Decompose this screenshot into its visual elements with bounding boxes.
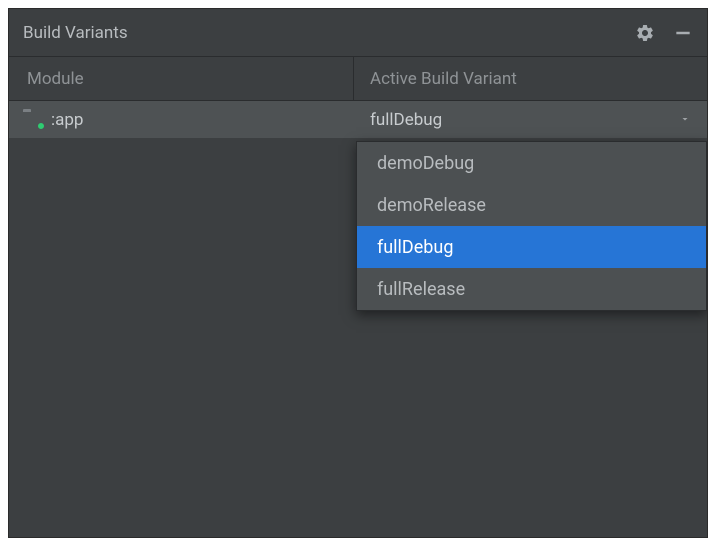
selected-variant: fullDebug xyxy=(370,110,442,130)
build-variants-panel: Build Variants Module Active Build Varia… xyxy=(8,8,708,538)
gear-icon[interactable] xyxy=(635,23,655,43)
module-cell[interactable]: :app xyxy=(9,101,354,138)
table-header: Module Active Build Variant xyxy=(9,57,707,101)
variant-dropdown-cell[interactable]: fullDebug xyxy=(354,101,707,138)
dropdown-item-label: demoDebug xyxy=(377,153,474,174)
panel-header: Build Variants xyxy=(9,9,707,57)
panel-header-actions xyxy=(635,23,693,43)
module-name: :app xyxy=(51,110,83,130)
chevron-down-icon xyxy=(679,110,691,130)
dropdown-item-label: demoRelease xyxy=(377,195,486,216)
panel-title: Build Variants xyxy=(23,23,635,43)
column-header-variant: Active Build Variant xyxy=(354,57,707,100)
module-folder-icon xyxy=(23,112,43,128)
table-body: :app fullDebug demoDebug demoRelease ful… xyxy=(9,101,707,537)
dropdown-item-label: fullDebug xyxy=(377,237,453,258)
minimize-icon[interactable] xyxy=(673,23,693,43)
dropdown-item-fullRelease[interactable]: fullRelease xyxy=(357,268,706,310)
column-header-module: Module xyxy=(9,57,354,100)
dropdown-item-label: fullRelease xyxy=(377,279,465,300)
dropdown-item-fullDebug[interactable]: fullDebug xyxy=(357,226,706,268)
table-row: :app fullDebug xyxy=(9,101,707,139)
variant-dropdown-menu: demoDebug demoRelease fullDebug fullRele… xyxy=(356,141,707,311)
dropdown-item-demoDebug[interactable]: demoDebug xyxy=(357,142,706,184)
dropdown-item-demoRelease[interactable]: demoRelease xyxy=(357,184,706,226)
